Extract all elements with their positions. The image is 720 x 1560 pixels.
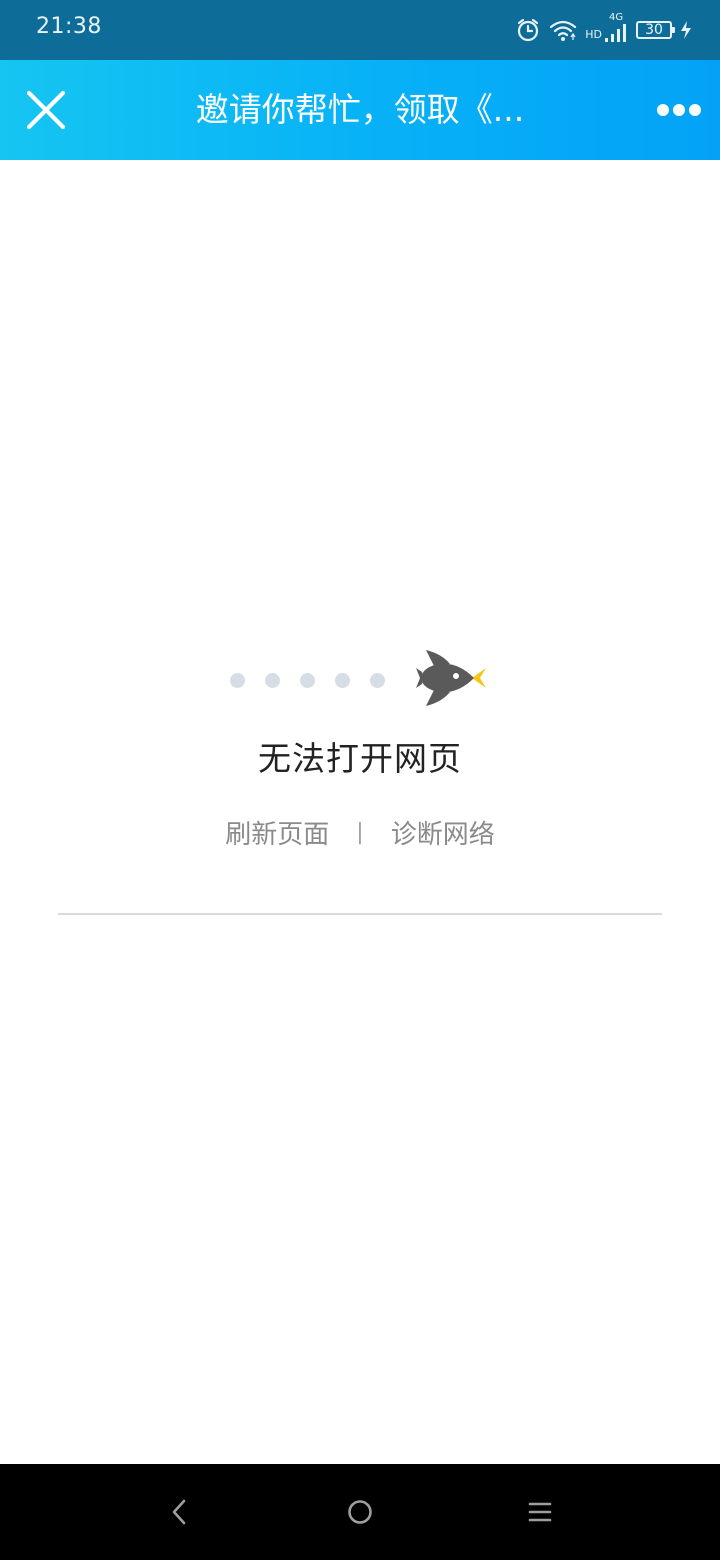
system-nav-bar: [0, 1464, 720, 1560]
progress-dot: [265, 672, 280, 688]
home-button[interactable]: [336, 1488, 384, 1536]
back-button[interactable]: [156, 1488, 204, 1536]
battery-level: 30: [645, 22, 663, 38]
wifi-icon: [549, 18, 577, 42]
action-separator: |: [356, 820, 364, 845]
battery-icon: 30: [636, 21, 675, 39]
hd-label: HD: [585, 27, 602, 41]
progress-dot: [300, 672, 315, 688]
screen: 21:38 HD 4G 30 邀请你帮忙，领取《... 无法打开网页 刷新页面 …: [0, 0, 720, 1560]
signal-icon: 4G: [604, 12, 628, 44]
error-actions: 刷新页面 | 诊断网络: [0, 810, 720, 855]
diagnose-network-link[interactable]: 诊断网络: [391, 810, 495, 855]
page-title: 邀请你帮忙，领取《...: [195, 90, 525, 129]
status-icons: HD 4G 30: [515, 12, 692, 46]
close-icon: [26, 90, 66, 130]
status-time: 21:38: [36, 14, 102, 39]
progress-dot: [335, 672, 350, 688]
recent-apps-icon: [528, 1502, 552, 1522]
progress-dots: [230, 670, 390, 690]
error-title: 无法打开网页: [258, 739, 462, 778]
refresh-page-link[interactable]: 刷新页面: [225, 810, 329, 855]
title-bar: 邀请你帮忙，领取《...: [0, 60, 720, 160]
back-icon: [172, 1499, 186, 1525]
more-button[interactable]: [654, 92, 704, 128]
error-page: 无法打开网页 刷新页面 | 诊断网络: [0, 160, 720, 1464]
rocket-icon: [416, 650, 486, 706]
divider: [58, 913, 662, 915]
alarm-icon: [515, 17, 541, 43]
status-bar: 21:38 HD 4G 30: [0, 0, 720, 60]
recent-apps-button[interactable]: [516, 1488, 564, 1536]
progress-dot: [370, 672, 385, 688]
close-button[interactable]: [22, 86, 70, 134]
home-icon: [348, 1500, 372, 1524]
more-icon: [657, 104, 701, 116]
charging-icon: [680, 20, 692, 40]
progress-dot: [230, 672, 245, 688]
